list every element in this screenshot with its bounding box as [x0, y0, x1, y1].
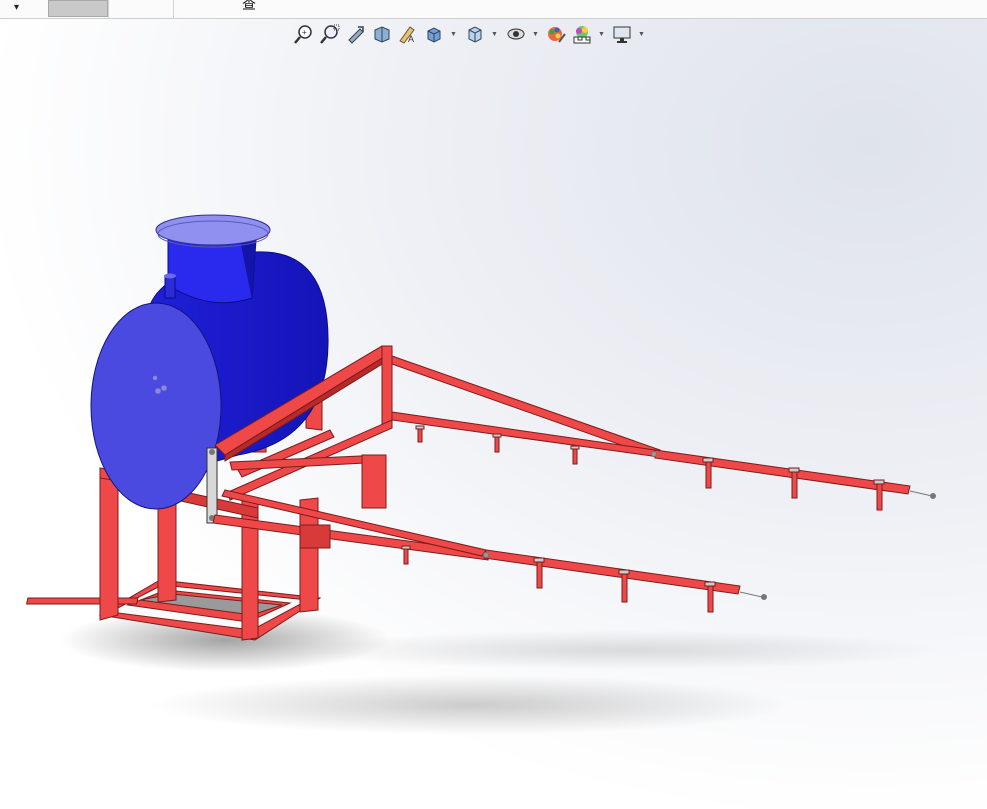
nozzle[interactable]	[788, 467, 800, 499]
nozzle[interactable]	[533, 557, 545, 589]
nozzle[interactable]	[415, 425, 425, 443]
model-viewport[interactable]	[0, 0, 987, 809]
nozzle[interactable]	[704, 581, 716, 613]
nozzle[interactable]	[492, 433, 502, 453]
nozzle[interactable]	[570, 445, 580, 465]
nozzle[interactable]	[702, 457, 714, 489]
nozzle[interactable]	[401, 545, 411, 565]
lower-boom[interactable]	[212, 454, 741, 595]
boom-hinge[interactable]	[206, 447, 218, 524]
nozzle[interactable]	[873, 479, 885, 511]
